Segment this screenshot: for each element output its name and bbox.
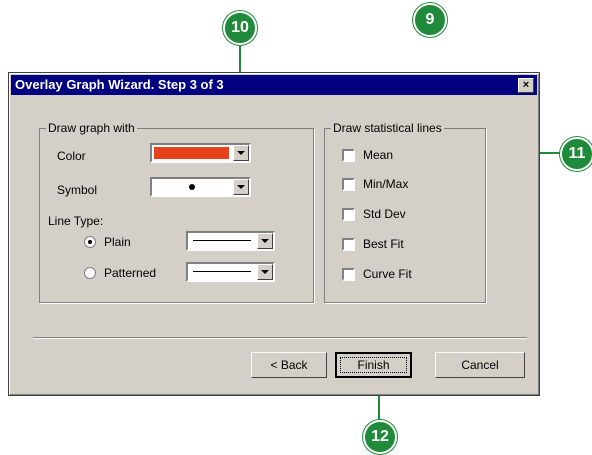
min-max-label: Min/Max [363, 177, 409, 191]
close-button[interactable]: × [518, 78, 534, 93]
mean-checkbox[interactable] [342, 149, 355, 162]
color-dropdown[interactable] [150, 143, 251, 163]
callout-12: 12 [363, 420, 397, 454]
draw-statistical-lines-legend: Draw statistical lines [331, 121, 444, 135]
line-sample [193, 271, 251, 272]
title-bar: Overlay Graph Wizard. Step 3 of 3 × [11, 75, 537, 95]
color-swatch [154, 147, 229, 159]
button-separator [33, 337, 527, 339]
cancel-button[interactable]: Cancel [435, 352, 525, 378]
patterned-radio[interactable] [84, 267, 96, 279]
focus-indicator [340, 357, 407, 373]
back-button[interactable]: < Back [251, 352, 327, 378]
chevron-down-icon[interactable] [233, 145, 249, 161]
line-sample [193, 240, 251, 241]
best-fit-checkbox[interactable] [342, 238, 355, 251]
chevron-down-icon[interactable] [233, 179, 249, 195]
patterned-label: Patterned [104, 266, 157, 280]
chevron-down-icon[interactable] [257, 264, 273, 280]
min-max-checkbox[interactable] [342, 178, 355, 191]
finish-button[interactable]: Finish [335, 352, 412, 378]
chevron-down-icon[interactable] [257, 233, 273, 249]
line-type-label: Line Type: [48, 214, 104, 228]
curve-fit-checkbox[interactable] [342, 268, 355, 281]
draw-graph-with-legend: Draw graph with [46, 121, 137, 135]
draw-graph-with-group: Draw graph with Color Symbol Line Type: … [39, 121, 314, 303]
draw-statistical-lines-group: Draw statistical lines Mean Min/Max Std … [324, 121, 486, 303]
plain-radio[interactable] [84, 236, 96, 248]
std-dev-checkbox[interactable] [342, 208, 355, 221]
curve-fit-label: Curve Fit [363, 267, 412, 281]
mean-label: Mean [363, 148, 394, 162]
color-label: Color [57, 149, 86, 163]
symbol-dot-icon [189, 184, 195, 190]
close-icon: × [522, 79, 530, 91]
best-fit-label: Best Fit [363, 237, 404, 251]
callout-9: 9 [413, 3, 447, 37]
callout-11: 11 [560, 137, 592, 171]
patterned-line-dropdown[interactable] [186, 262, 275, 282]
symbol-label: Symbol [57, 183, 98, 197]
std-dev-label: Std Dev [363, 207, 406, 221]
overlay-graph-wizard-dialog: Overlay Graph Wizard. Step 3 of 3 × Draw… [8, 72, 540, 396]
symbol-dropdown[interactable] [150, 177, 251, 197]
plain-line-dropdown[interactable] [186, 231, 275, 251]
plain-label: Plain [104, 235, 131, 249]
dialog-title: Overlay Graph Wizard. Step 3 of 3 [15, 77, 224, 92]
callout-10: 10 [223, 11, 257, 45]
